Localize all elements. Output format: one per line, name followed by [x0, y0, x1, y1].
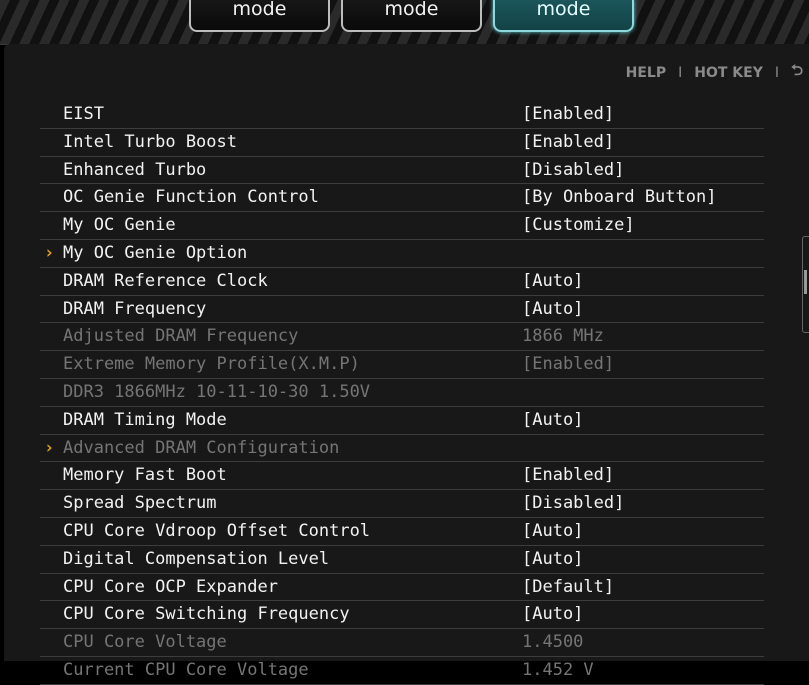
- setting-value: [Enabled]: [522, 354, 615, 375]
- setting-label: Adjusted DRAM Frequency: [63, 326, 299, 347]
- setting-label: CPU Core Voltage: [63, 632, 227, 653]
- separator: I: [678, 64, 683, 81]
- setting-row: Extreme Memory Profile(X.M.P) [Enabled]: [40, 351, 764, 379]
- mode-tab-3-label: mode: [536, 0, 591, 20]
- setting-value[interactable]: [Enabled]: [522, 129, 614, 155]
- setting-value[interactable]: [Auto]: [522, 518, 583, 544]
- setting-label: Enhanced Turbo: [63, 159, 207, 180]
- setting-label: OC Genie Function Control: [63, 187, 319, 208]
- setting-label: Advanced DRAM Configuration: [63, 437, 340, 458]
- setting-value[interactable]: [Auto]: [522, 546, 583, 572]
- mode-tab-3-active[interactable]: mode: [493, 0, 634, 32]
- setting-label: DDR3 1866MHz 10-11-10-30 1.50V: [63, 381, 371, 402]
- setting-label: CPU Core Switching Frequency: [63, 604, 350, 625]
- setting-label: My OC Genie: [63, 215, 176, 236]
- setting-label: EIST: [63, 104, 104, 124]
- setting-row[interactable]: Enhanced Turbo [Disabled]: [40, 157, 764, 185]
- submenu-arrow-icon: ›: [44, 437, 55, 458]
- setting-row[interactable]: DRAM Timing Mode [Auto]: [40, 407, 764, 435]
- setting-value[interactable]: [Auto]: [522, 296, 583, 322]
- setting-label: DRAM Timing Mode: [63, 409, 227, 430]
- scrollbar[interactable]: [802, 236, 809, 333]
- setting-label: DRAM Frequency: [63, 298, 207, 319]
- setting-label: Intel Turbo Boost: [63, 131, 237, 152]
- setting-value[interactable]: [Enabled]: [522, 462, 614, 488]
- setting-label: DRAM Reference Clock: [63, 270, 268, 291]
- settings-list: EIST [Enabled] Intel Turbo Boost [Enabled] E…: [40, 101, 764, 685]
- setting-value[interactable]: [Enabled]: [522, 101, 614, 127]
- setting-label: CPU Core Vdroop Offset Control: [63, 520, 371, 541]
- setting-value[interactable]: [Auto]: [522, 601, 583, 627]
- setting-value[interactable]: [Disabled]: [522, 157, 624, 183]
- mode-tab-1[interactable]: mode: [189, 0, 330, 32]
- setting-row[interactable]: CPU Core OCP Expander [Default]: [40, 574, 764, 602]
- setting-label: CPU Core OCP Expander: [63, 576, 278, 597]
- top-links: HELP I HOT KEY I ⮌: [626, 60, 803, 85]
- setting-row[interactable]: Intel Turbo Boost [Enabled]: [40, 129, 764, 157]
- setting-value[interactable]: [Disabled]: [522, 490, 624, 516]
- setting-value: 1866 MHz: [522, 326, 604, 347]
- setting-row[interactable]: DRAM Frequency [Auto]: [40, 296, 764, 324]
- setting-row: Current CPU Core Voltage 1.452 V: [40, 657, 764, 685]
- setting-row: CPU Core Voltage 1.4500: [40, 629, 764, 657]
- setting-label: Memory Fast Boot: [63, 465, 227, 486]
- mode-tab-1-label: mode: [232, 0, 287, 20]
- mode-tab-2-label: mode: [384, 0, 439, 20]
- setting-row[interactable]: Memory Fast Boot [Enabled]: [40, 462, 764, 491]
- submenu-arrow-icon: ›: [44, 242, 55, 263]
- scrollbar-thumb[interactable]: [804, 270, 807, 294]
- setting-value[interactable]: [Auto]: [522, 407, 583, 433]
- setting-row: DDR3 1866MHz 10-11-10-30 1.50V: [40, 379, 764, 407]
- setting-label: Spread Spectrum: [63, 493, 217, 514]
- setting-row[interactable]: CPU Core Vdroop Offset Control [Auto]: [40, 518, 764, 546]
- back-icon[interactable]: ⮌: [791, 60, 803, 85]
- setting-row[interactable]: My OC Genie [Customize]: [40, 212, 764, 240]
- mode-tab-2[interactable]: mode: [341, 0, 482, 32]
- setting-row: Adjusted DRAM Frequency 1866 MHz: [40, 323, 764, 352]
- mode-bar: mode mode mode: [0, 0, 809, 45]
- help-link[interactable]: HELP: [626, 65, 666, 81]
- setting-row[interactable]: › My OC Genie Option: [40, 240, 764, 268]
- hotkey-link[interactable]: HOT KEY: [694, 65, 763, 81]
- setting-row[interactable]: DRAM Reference Clock [Auto]: [40, 268, 764, 296]
- setting-value[interactable]: [Default]: [522, 574, 614, 600]
- setting-label: Extreme Memory Profile(X.M.P): [63, 354, 360, 375]
- setting-row[interactable]: Spread Spectrum [Disabled]: [40, 490, 764, 518]
- setting-row[interactable]: Digital Compensation Level [Auto]: [40, 546, 764, 574]
- setting-row: › Advanced DRAM Configuration: [40, 435, 764, 463]
- separator: I: [774, 64, 779, 81]
- setting-value: 1.4500: [522, 632, 584, 653]
- setting-value[interactable]: [Customize]: [522, 212, 635, 238]
- setting-row[interactable]: EIST [Enabled]: [40, 101, 764, 129]
- setting-row[interactable]: CPU Core Switching Frequency [Auto]: [40, 601, 764, 630]
- setting-row[interactable]: OC Genie Function Control [By Onboard But…: [40, 184, 764, 213]
- setting-value[interactable]: [By Onboard Button]: [522, 184, 716, 210]
- setting-value[interactable]: [Auto]: [522, 268, 583, 294]
- setting-label: Digital Compensation Level: [63, 548, 330, 569]
- setting-label: My OC Genie Option: [63, 242, 248, 263]
